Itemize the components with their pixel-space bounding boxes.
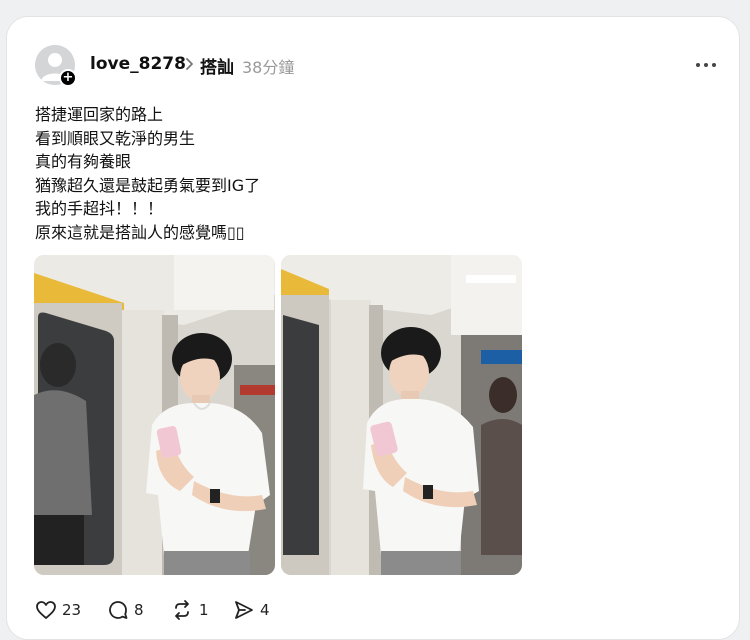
repost-count: 1 (199, 601, 209, 619)
share-button[interactable]: 4 (233, 599, 283, 621)
like-button[interactable]: 23 (35, 599, 95, 621)
post-text-line: 真的有夠養眼 (35, 152, 132, 171)
post-actions: 23 8 1 4 (35, 599, 335, 621)
post-text: 搭捷運回家的路上 看到順眼又乾淨的男生 真的有夠養眼 猶豫超久還是鼓起勇氣要到I… (35, 103, 655, 244)
chevron-right-icon (186, 58, 193, 70)
send-icon (235, 601, 253, 619)
repost-button[interactable]: 1 (171, 599, 221, 621)
more-horizontal-icon[interactable] (693, 55, 719, 75)
post-card: + love_8278 搭訕 38分鐘 搭捷運回家的路上 看到順眼又乾淨的男生 … (6, 16, 740, 640)
heart-icon (36, 601, 56, 619)
comment-icon (109, 601, 128, 619)
repost-icon (175, 600, 189, 620)
follow-plus-icon[interactable]: + (59, 69, 77, 87)
post-text-line: 猶豫超久還是鼓起勇氣要到IG了 (35, 175, 261, 195)
post-header: + love_8278 搭訕 38分鐘 (35, 45, 725, 87)
post-image-1[interactable] (34, 255, 275, 575)
post-text-line: 我的手超抖！！！ (35, 199, 164, 218)
post-image-2[interactable] (281, 255, 522, 575)
share-count: 4 (260, 601, 270, 619)
comment-button[interactable]: 8 (107, 599, 157, 621)
post-text-line: 看到順眼又乾淨的男生 (35, 128, 196, 148)
photo-subway-man-with-phone (34, 255, 275, 575)
post-time: 38分鐘 (242, 58, 295, 77)
post-text-line: 原來這就是搭訕人的感覺嗎▯▯ (35, 222, 245, 242)
topic-tag[interactable]: 搭訕 (200, 53, 234, 78)
comment-count: 8 (134, 601, 144, 619)
post-text-line: 搭捷運回家的路上 (35, 105, 164, 124)
photo-subway-man-with-phone (281, 255, 522, 575)
username[interactable]: love_8278 (90, 54, 186, 74)
like-count: 23 (62, 601, 82, 619)
